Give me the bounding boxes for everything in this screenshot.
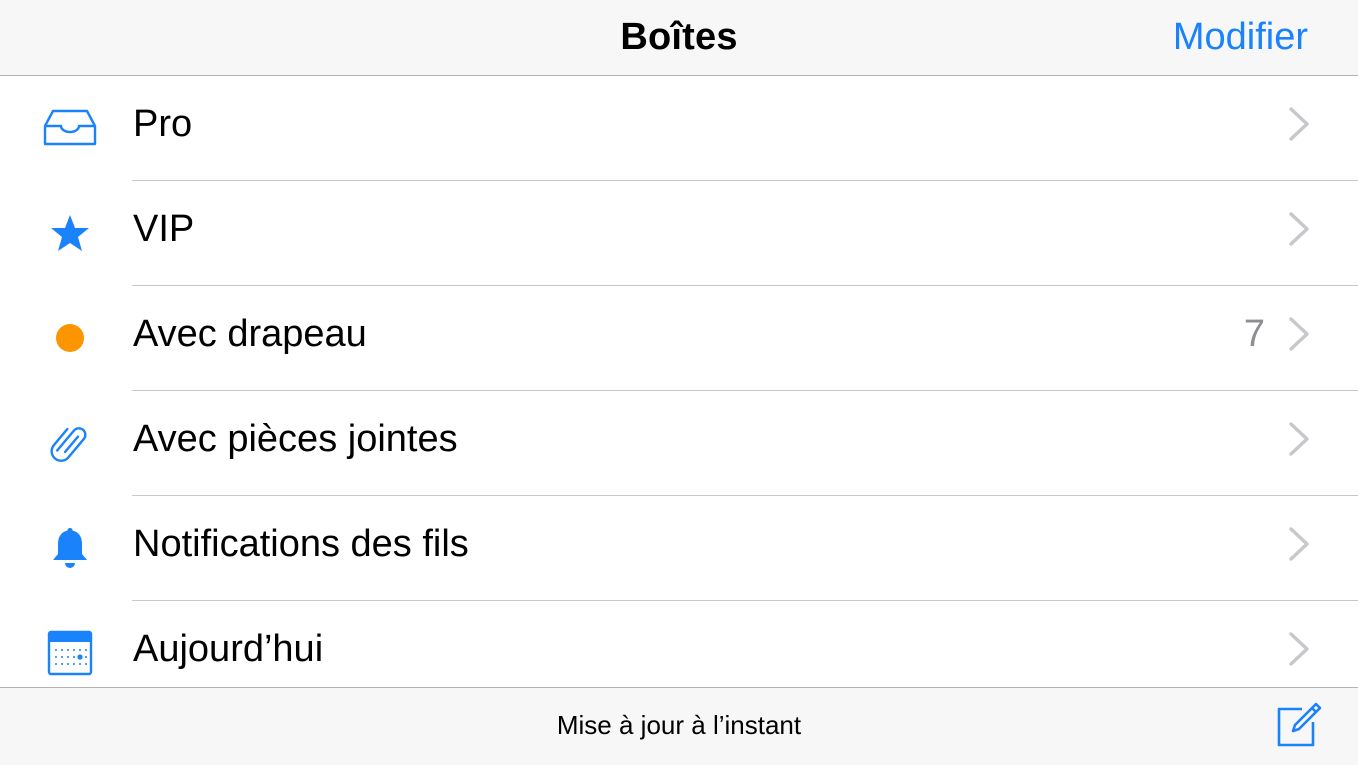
compose-icon (1277, 702, 1322, 747)
chevron-right-icon (1289, 632, 1309, 666)
mailbox-row-pro[interactable]: Pro (0, 76, 1358, 181)
mailbox-label: Avec pièces jointes (133, 418, 458, 460)
navigation-bar: Boîtes Modifier (0, 0, 1358, 76)
chevron-right-icon (1289, 317, 1309, 351)
paperclip-icon (38, 411, 102, 475)
chevron-right-icon (1289, 107, 1309, 141)
mailbox-label: Avec drapeau (133, 313, 367, 355)
update-status: Mise à jour à l’instant (556, 710, 802, 740)
mailbox-label: VIP (133, 208, 195, 250)
chevron-right-icon (1289, 422, 1309, 456)
mailbox-row-today[interactable]: Aujourd’hui (0, 601, 1358, 688)
flag-dot-icon (38, 306, 102, 370)
mailbox-row-flagged[interactable]: Avec drapeau 7 (0, 286, 1358, 391)
chevron-right-icon (1289, 527, 1309, 561)
mailbox-list: Pro VIP Avec drapeau 7 Avec pièces joint… (0, 76, 1358, 688)
mailbox-label: Notifications des fils (133, 523, 469, 565)
mailbox-label: Pro (133, 103, 193, 145)
page-title: Boîtes (620, 16, 738, 58)
mailbox-row-vip[interactable]: VIP (0, 181, 1358, 286)
bottom-toolbar: Mise à jour à l’instant (0, 687, 1358, 765)
bell-icon (38, 516, 102, 580)
mailbox-row-thread-notifications[interactable]: Notifications des fils (0, 496, 1358, 601)
edit-button[interactable]: Modifier (1173, 0, 1308, 76)
chevron-right-icon (1289, 212, 1309, 246)
star-icon (38, 201, 102, 265)
calendar-icon (38, 621, 102, 685)
mailbox-label: Aujourd’hui (133, 628, 324, 670)
unread-count: 7 (1243, 313, 1265, 355)
compose-button[interactable] (1272, 700, 1322, 750)
mailbox-row-attachments[interactable]: Avec pièces jointes (0, 391, 1358, 496)
mail-app: Boîtes Modifier Pro VIP Avec drapeau 7 A… (0, 0, 1358, 765)
inbox-tray-icon (38, 96, 102, 160)
